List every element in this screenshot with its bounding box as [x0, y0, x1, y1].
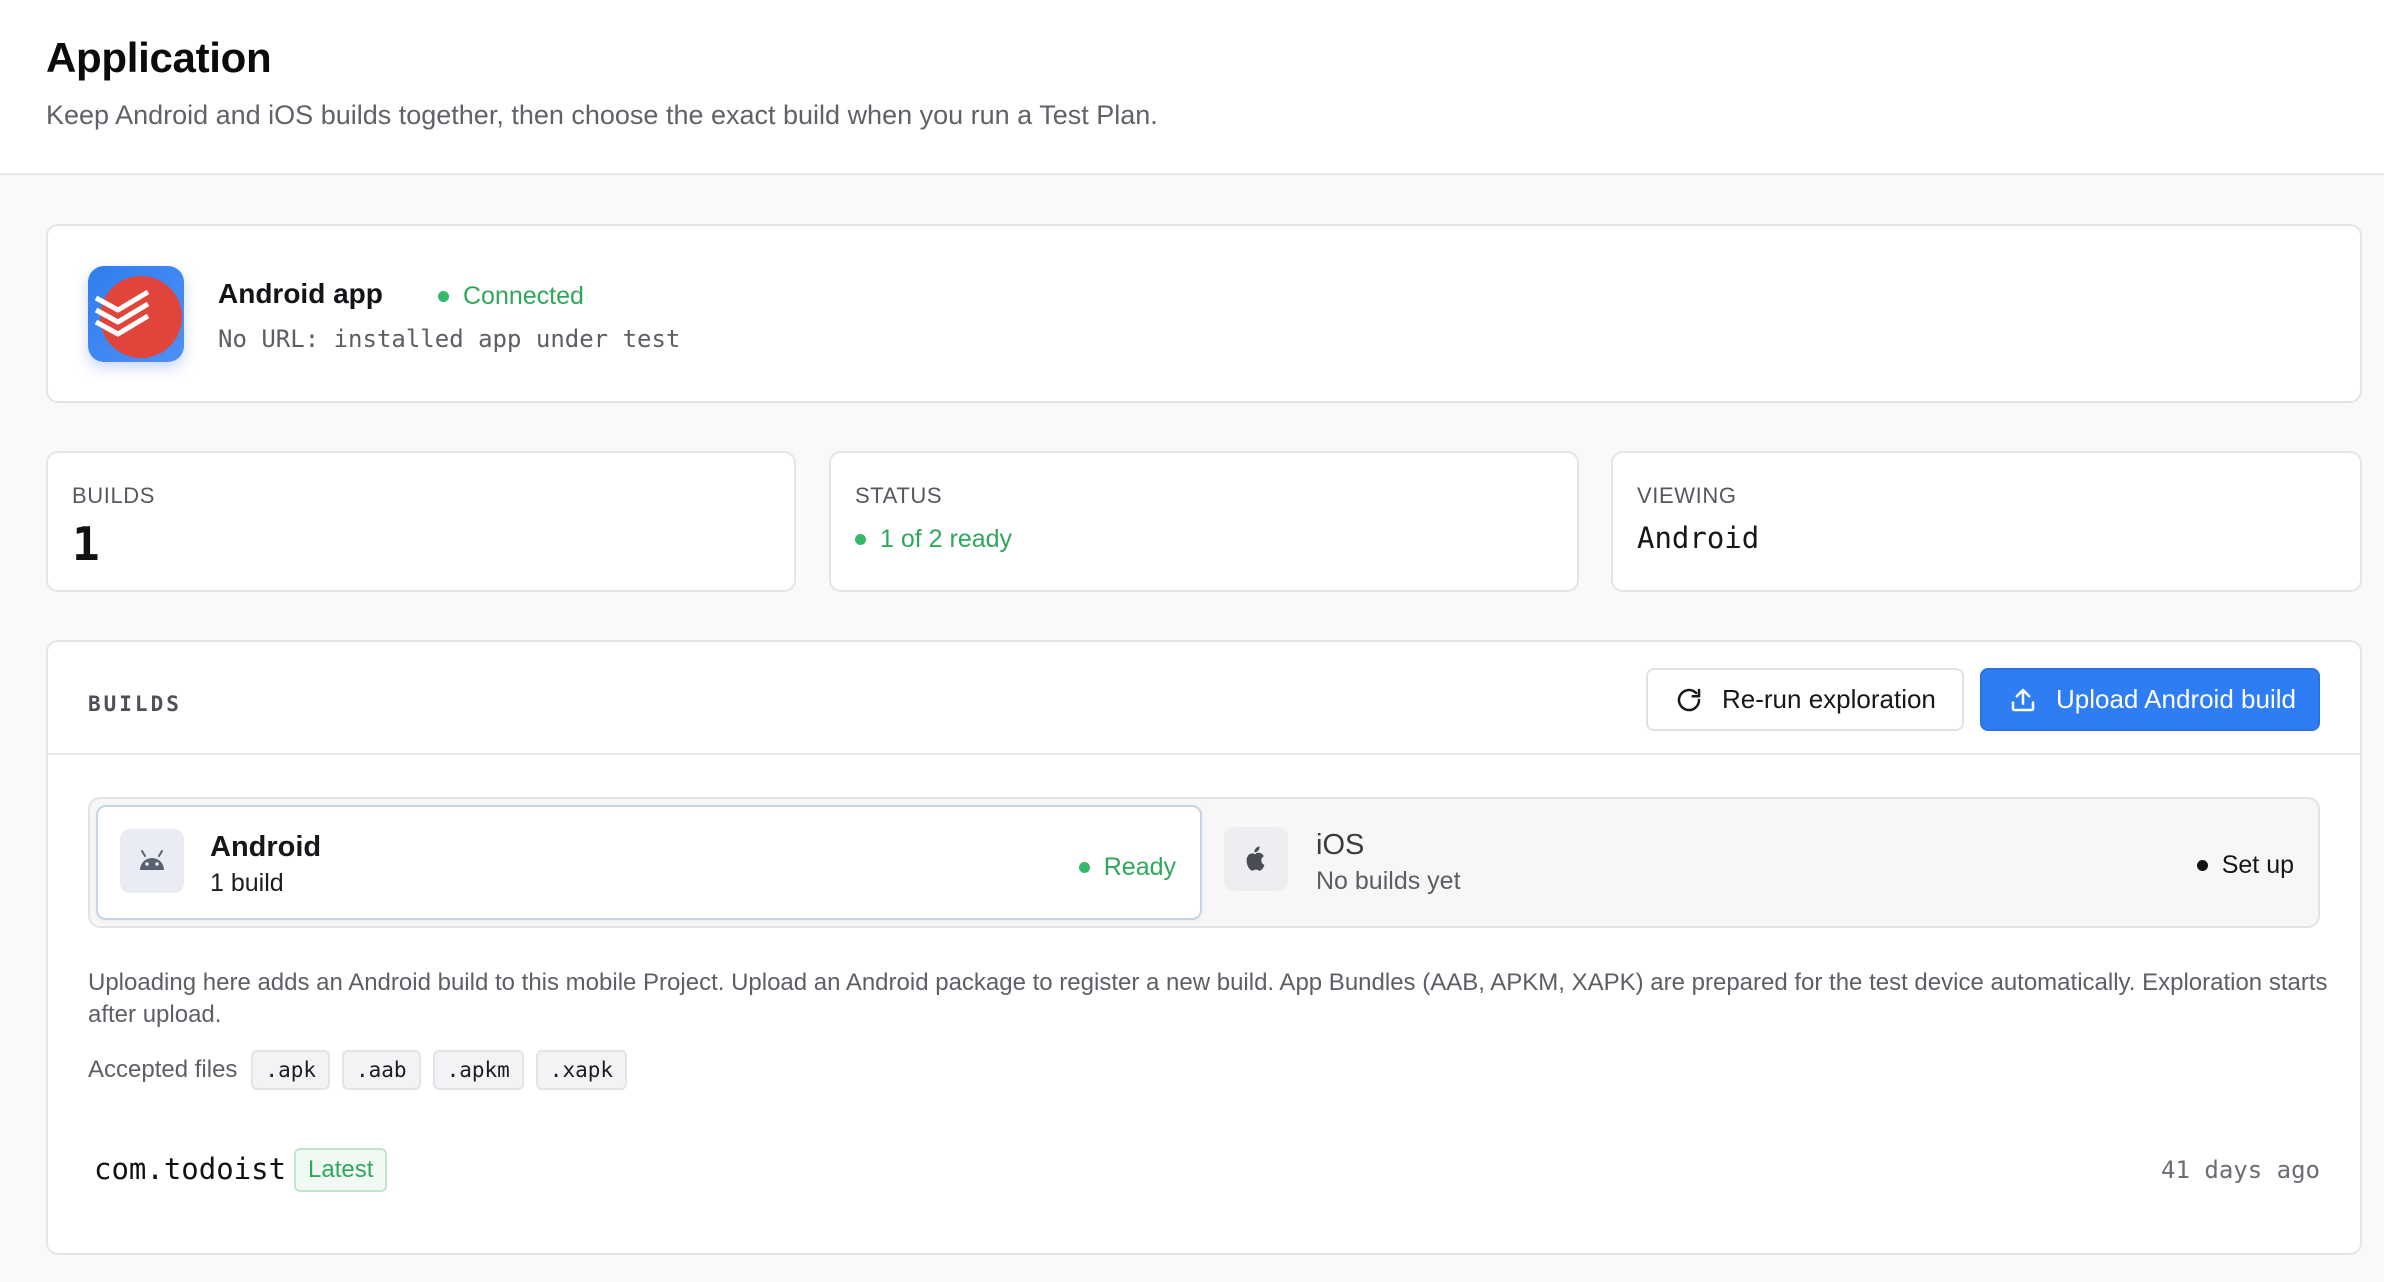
stat-status: STATUS 1 of 2 ready [829, 451, 1579, 592]
stat-builds-value: 1 [72, 517, 100, 571]
platform-status: Ready [1078, 853, 1176, 882]
file-type-chip: .xapk [535, 1050, 628, 1090]
builds-card: BUILDS Re-run exploration Upload Android… [46, 640, 2362, 1255]
stat-viewing: VIEWING Android [1611, 451, 2362, 592]
stat-status-label: STATUS [855, 483, 943, 508]
upload-icon [2011, 688, 2035, 711]
refresh-icon [1677, 688, 1701, 711]
platform-setup-link[interactable]: Set up [2196, 851, 2294, 880]
file-type-chip: .aab [342, 1050, 421, 1090]
build-package-name: com.todoist [94, 1152, 287, 1186]
platform-status-label: Set up [2221, 851, 2294, 879]
todoist-app-icon [88, 266, 184, 362]
app-url: No URL: installed app under test [218, 325, 681, 353]
rerun-exploration-label: Re-run exploration [1722, 684, 1936, 714]
connection-status-label: Connected [463, 282, 584, 310]
upload-description: Uploading here adds an Android build to … [88, 969, 2328, 1028]
stat-status-text: 1 of 2 ready [880, 525, 1013, 553]
stat-builds-label: BUILDS [72, 483, 156, 508]
page-header: Application Keep Android and iOS builds … [0, 0, 2384, 175]
file-type-chip: .apkm [432, 1050, 524, 1090]
accepted-files: Accepted files .apk .aab .apkm .xapk [88, 1050, 639, 1090]
platform-tab-ios[interactable]: iOS No builds yet Set up [1206, 805, 2316, 920]
platform-name: Android [210, 831, 322, 863]
platform-build-count: 1 build [210, 869, 284, 897]
upload-android-build-button[interactable]: Upload Android build [1980, 668, 2320, 731]
page-title: Application [46, 34, 272, 81]
build-list-item[interactable]: com.todoist Latest 41 days ago [94, 1144, 2320, 1194]
status-dot-icon [1078, 862, 1090, 873]
connection-status: Connected [438, 282, 584, 311]
platform-tab-android[interactable]: Android 1 build Ready [96, 805, 1202, 920]
builds-header: BUILDS Re-run exploration Upload Android… [48, 642, 2360, 755]
rerun-exploration-button[interactable]: Re-run exploration [1646, 668, 1964, 731]
stat-builds: BUILDS 1 [46, 451, 796, 592]
upload-android-build-label: Upload Android build [2056, 684, 2296, 714]
build-timestamp: 41 days ago [2161, 1156, 2320, 1184]
latest-badge: Latest [294, 1148, 388, 1192]
stat-status-value: 1 of 2 ready [855, 525, 1012, 554]
stat-viewing-label: VIEWING [1637, 483, 1737, 508]
android-icon [120, 829, 184, 893]
platform-status-label: Ready [1103, 853, 1176, 881]
accepted-files-label: Accepted files [88, 1056, 238, 1083]
apple-icon [1224, 827, 1288, 891]
status-dot-icon [2196, 860, 2208, 871]
platform-name: iOS [1316, 829, 1365, 861]
builds-title: BUILDS [88, 692, 182, 716]
file-type-chip: .apk [251, 1050, 330, 1090]
app-card: Android app Connected No URL: installed … [46, 224, 2362, 403]
status-dot-icon [855, 534, 866, 545]
stat-viewing-value: Android [1637, 521, 1760, 555]
app-name: Android app [218, 278, 383, 309]
page-subtitle: Keep Android and iOS builds together, th… [46, 100, 1158, 130]
platform-switcher: Android 1 build Ready iOS No builds yet … [88, 797, 2320, 928]
status-dot-icon [438, 291, 449, 302]
platform-build-count: No builds yet [1316, 867, 1461, 895]
